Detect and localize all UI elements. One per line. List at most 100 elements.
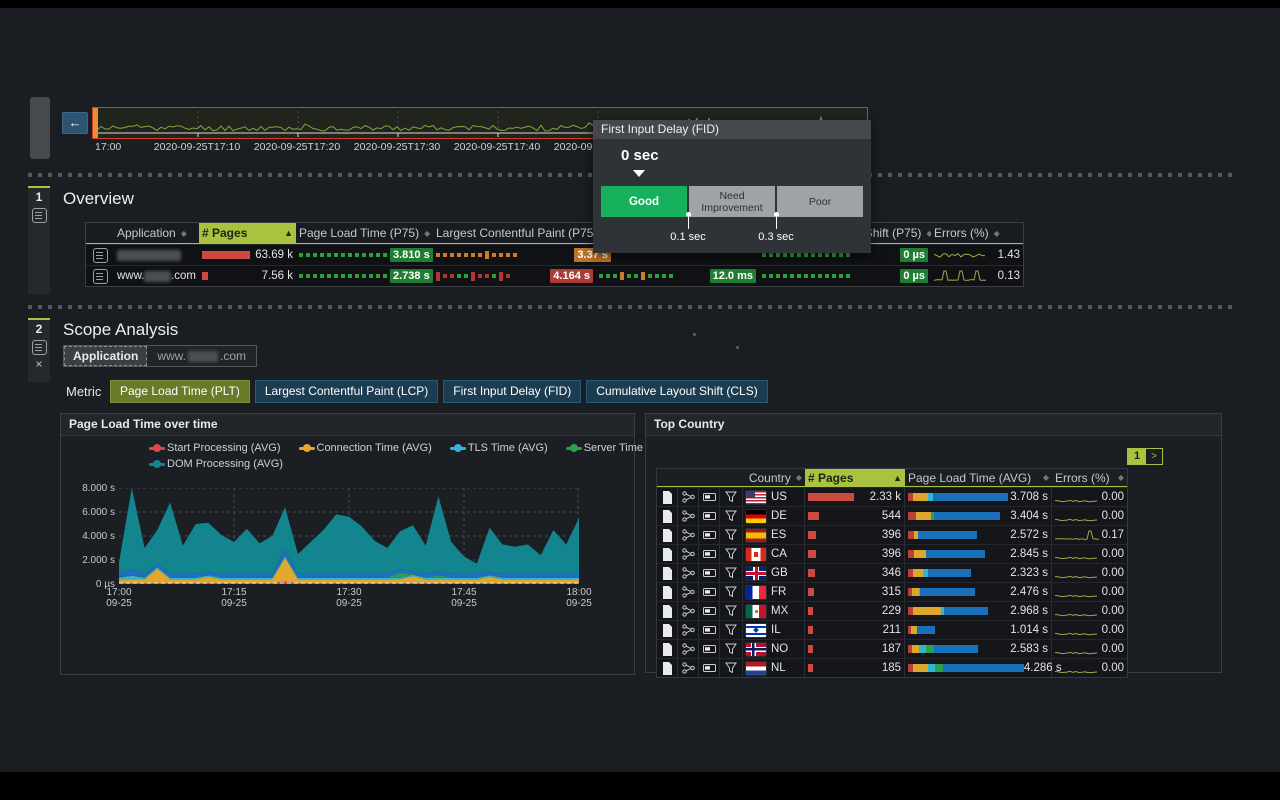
document-icon[interactable]	[662, 510, 673, 523]
filter-funnel-icon[interactable]	[725, 510, 737, 522]
session-branch-icon[interactable]	[682, 643, 695, 655]
tab-plt[interactable]: Page Load Time (PLT)	[110, 380, 250, 403]
distribution-block	[313, 253, 317, 257]
session-branch-icon[interactable]	[682, 529, 695, 541]
list-icon[interactable]	[32, 208, 47, 223]
row-action-cell	[720, 658, 743, 677]
distribution-block	[341, 274, 345, 278]
filter-funnel-icon[interactable]	[725, 529, 737, 541]
column-header-plt[interactable]: Page Load Time (AVG)◆	[905, 469, 1052, 487]
legend-label: Connection Time (AVG)	[317, 442, 432, 454]
row-action-cell	[678, 525, 699, 544]
timeline-collapse-handle[interactable]	[30, 97, 50, 159]
column-header[interactable]: Page Load Time (P75)◆	[296, 223, 433, 244]
filter-funnel-icon[interactable]	[725, 548, 737, 560]
pagination[interactable]: 1 >	[1127, 448, 1163, 465]
page-number[interactable]: 1	[1128, 449, 1146, 464]
tab-cls[interactable]: Cumulative Layout Shift (CLS)	[586, 380, 767, 403]
row-action-cell	[678, 658, 699, 677]
column-header[interactable]: # Pages▲	[199, 223, 296, 244]
session-branch-icon[interactable]	[682, 510, 695, 522]
timeline-back-button[interactable]: ←	[62, 112, 88, 134]
distribution-block	[443, 274, 447, 278]
tab-fid[interactable]: First Input Delay (FID)	[443, 380, 581, 403]
distribution-block	[320, 274, 324, 278]
document-icon[interactable]	[662, 529, 673, 542]
distribution-block	[846, 274, 850, 278]
distribution-block	[790, 274, 794, 278]
session-branch-icon[interactable]	[682, 662, 695, 674]
document-icon[interactable]	[662, 491, 673, 504]
tab-lcp[interactable]: Largest Contentful Paint (LCP)	[255, 380, 438, 403]
replay-icon[interactable]	[703, 645, 716, 654]
column-header-pages[interactable]: # Pages▲	[805, 469, 905, 487]
plt-cell: 2.323 s	[905, 563, 1052, 582]
pages-bar	[808, 664, 813, 672]
application-filter-value[interactable]: www. .com	[147, 346, 256, 366]
top-country-panel: Top Country 1 > Country◆# Pages▲Page Loa…	[645, 413, 1222, 673]
filter-funnel-icon[interactable]	[725, 624, 737, 636]
session-branch-icon[interactable]	[682, 586, 695, 598]
distribution-block	[769, 253, 773, 257]
document-icon[interactable]	[662, 567, 673, 580]
legend-item[interactable]: DOM Processing (AVG)	[149, 458, 283, 470]
document-icon[interactable]	[662, 643, 673, 656]
distribution-block	[599, 274, 603, 278]
column-header[interactable]: Errors (%)◆	[931, 223, 1023, 244]
pages-value: 396	[882, 529, 901, 541]
close-icon[interactable]: ×	[35, 359, 42, 369]
replay-icon[interactable]	[703, 664, 716, 673]
document-icon[interactable]	[662, 548, 673, 561]
range-handle-left[interactable]	[93, 108, 98, 138]
document-icon[interactable]	[662, 605, 673, 618]
distribution-block	[762, 253, 766, 257]
application-filter[interactable]: Application www. .com	[63, 345, 257, 367]
filter-funnel-icon[interactable]	[725, 567, 737, 579]
filter-funnel-icon[interactable]	[725, 491, 737, 503]
list-icon[interactable]	[32, 340, 47, 355]
replay-icon[interactable]	[703, 569, 716, 578]
next-page-button[interactable]: >	[1146, 449, 1162, 464]
country-cell: DE	[743, 506, 805, 525]
column-header[interactable]: Largest Contentful Paint (P75)◆	[433, 223, 596, 244]
legend-item[interactable]: Connection Time (AVG)	[299, 442, 432, 454]
flag-mx-icon	[746, 605, 766, 618]
filter-funnel-icon[interactable]	[725, 643, 737, 655]
row-action-cell	[699, 582, 720, 601]
filter-funnel-icon[interactable]	[725, 586, 737, 598]
column-header[interactable]: Application◆	[114, 223, 199, 244]
plt-stacked-bar	[908, 664, 1024, 672]
x-tick-time: 17:00	[97, 587, 141, 598]
session-branch-icon[interactable]	[682, 491, 695, 503]
row-details-icon[interactable]	[93, 248, 108, 263]
document-icon[interactable]	[662, 662, 673, 675]
replay-icon[interactable]	[703, 512, 716, 521]
session-branch-icon[interactable]	[682, 624, 695, 636]
document-icon[interactable]	[662, 624, 673, 637]
filter-funnel-icon[interactable]	[725, 605, 737, 617]
document-icon[interactable]	[662, 586, 673, 599]
application-cell[interactable]: www..com	[114, 265, 199, 286]
legend-item[interactable]: TLS Time (AVG)	[450, 442, 548, 454]
replay-icon[interactable]	[703, 493, 716, 502]
session-branch-icon[interactable]	[682, 567, 695, 579]
application-cell[interactable]	[114, 244, 199, 265]
column-header-country[interactable]: Country◆	[657, 469, 805, 487]
section2-marker: 2 ×	[28, 318, 50, 382]
replay-icon[interactable]	[703, 607, 716, 616]
filter-funnel-icon[interactable]	[725, 662, 737, 674]
legend-item[interactable]: Start Processing (AVG)	[149, 442, 281, 454]
sort-icon: ◆	[796, 473, 802, 482]
replay-icon[interactable]	[703, 626, 716, 635]
distribution-block	[648, 274, 652, 278]
replay-icon[interactable]	[703, 550, 716, 559]
threshold-marker	[776, 215, 777, 229]
column-header-errors[interactable]: Errors (%)◆	[1052, 469, 1127, 487]
session-branch-icon[interactable]	[682, 548, 695, 560]
row-details-icon[interactable]	[93, 269, 108, 284]
session-branch-icon[interactable]	[682, 605, 695, 617]
replay-icon[interactable]	[703, 531, 716, 540]
plt-stacked-bar	[908, 626, 935, 634]
replay-icon[interactable]	[703, 588, 716, 597]
y-axis-label: 2.000 s	[69, 555, 115, 566]
